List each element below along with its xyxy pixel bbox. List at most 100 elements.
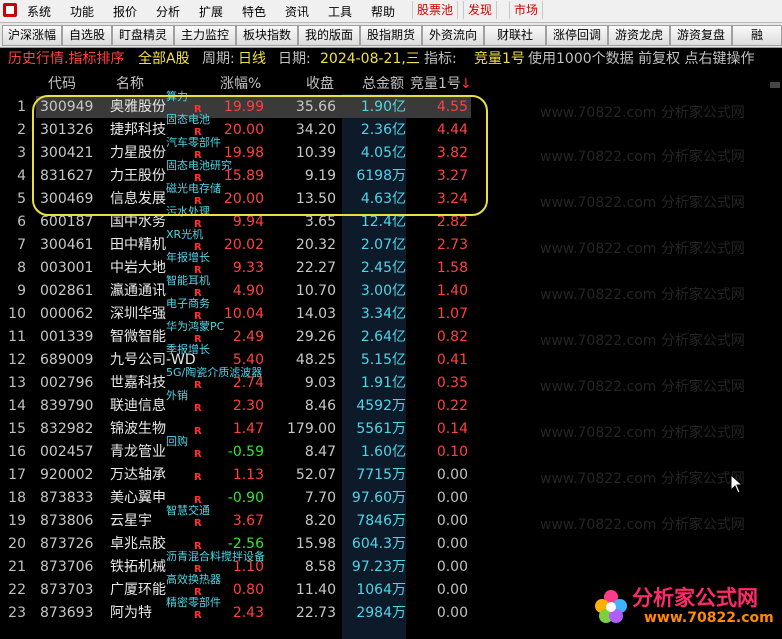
toolbar-btn-main-force[interactable]: 主力监控 <box>174 25 236 46</box>
menu-extend[interactable]: 扩展 <box>199 3 223 20</box>
stock-code: 689009 <box>40 352 94 368</box>
stock-name: 联迪信息 <box>110 398 166 414</box>
table-row[interactable]: 14 839790 联迪信息 外销 R 2.30 8.46 4592万 0.22 <box>0 389 782 418</box>
header-scroll-indicator[interactable] <box>770 82 780 88</box>
toolbar-btn-cls[interactable]: 财联社 <box>484 25 546 46</box>
total-amount: 7715万 <box>356 467 406 483</box>
change-pct: -0.59 <box>227 444 264 460</box>
row-number: 23 <box>8 605 26 621</box>
menu-stock-pool[interactable]: 股票池 <box>412 1 459 19</box>
toolbar-btn-foreign-flow[interactable]: 外资流向 <box>422 25 484 46</box>
menu-tools[interactable]: 工具 <box>328 3 352 20</box>
watermark-text: www.70822.com 分析家公式网 <box>540 149 745 165</box>
row-number: 16 <box>8 444 26 460</box>
table-row[interactable]: 8 003001 中岩大地 年报增长 R 9.33 22.27 2.45亿 1.58 <box>0 251 782 280</box>
table-row[interactable]: 12 689009 九号公司-WD 季报增长 5.40 48.25 5.15亿 0.41 <box>0 343 782 372</box>
close-price: 10.70 <box>295 283 336 299</box>
concept-tag: 智能耳机 <box>166 274 210 287</box>
stock-name: 田中精机 <box>110 237 166 253</box>
toolbar-btn-hot-money-review[interactable]: 游资复盘 <box>670 25 732 46</box>
menu-quote[interactable]: 报价 <box>113 3 137 20</box>
stock-name: 卓兆点胶 <box>110 536 166 552</box>
table-row[interactable]: 18 873833 美心翼申 R -0.90 7.70 97.60万 0.00 <box>0 487 782 510</box>
toolbar-btn-limitup-pullback[interactable]: 涨停回调 <box>546 25 608 46</box>
ratio-value: 0.00 <box>436 605 468 621</box>
total-amount: 1.60亿 <box>360 444 406 460</box>
row-number: 15 <box>8 421 26 437</box>
close-price: 11.40 <box>295 582 336 598</box>
menu-feature[interactable]: 特色 <box>242 3 266 20</box>
stock-code: 832982 <box>40 421 94 437</box>
header-code[interactable]: 代码 <box>48 74 76 94</box>
toolbar-btn-index-futures[interactable]: 股指期货 <box>360 25 422 46</box>
toolbar-btn-watchlist[interactable]: 自选股 <box>62 25 112 46</box>
date-value[interactable]: 2024-08-21,三 <box>320 48 420 70</box>
toolbar-btn-sh-sz-gain[interactable]: 沪深涨幅 <box>2 25 62 46</box>
market-scope[interactable]: 全部A股 <box>138 48 190 70</box>
ratio-value: 1.58 <box>436 260 468 276</box>
table-row[interactable]: 16 002457 青龙管业 回购 R -0.59 8.47 1.60亿 0.10 <box>0 435 782 464</box>
ratio-value: 1.07 <box>436 306 468 322</box>
stock-code: 300461 <box>40 237 94 253</box>
stock-code: 000062 <box>40 306 94 322</box>
stock-code: 002796 <box>40 375 94 391</box>
row-number: 8 <box>17 260 26 276</box>
header-close[interactable]: 收盘 <box>306 74 334 94</box>
change-pct: 2.43 <box>232 605 264 621</box>
table-row[interactable]: 20 873726 卓兆点胶 R -2.56 15.98 604.3万 0.00 <box>0 533 782 556</box>
header-amount[interactable]: 总金额 <box>362 74 404 94</box>
ratio-value: 0.41 <box>436 352 468 368</box>
stock-name: 九号公司-WD <box>110 352 196 368</box>
toolbar-btn-my-layout[interactable]: 我的版面 <box>298 25 360 46</box>
close-price: 22.73 <box>295 605 336 621</box>
row-number: 19 <box>8 513 26 529</box>
stock-code: 873706 <box>40 559 94 575</box>
menu-news[interactable]: 资讯 <box>285 3 309 20</box>
toolbar-btn-sector-index[interactable]: 板块指数 <box>236 25 298 46</box>
margin-flag: R <box>194 403 202 414</box>
total-amount: 3.34亿 <box>360 306 406 322</box>
change-pct: 4.90 <box>232 283 264 299</box>
row-number: 22 <box>8 582 26 598</box>
table-row[interactable]: 10 000062 深圳华强 电子商务 R 10.04 14.03 3.34亿 1.07 <box>0 297 782 326</box>
watermark-text: www.70822.com 分析家公式网 <box>540 379 745 395</box>
header-change[interactable]: 涨幅% <box>220 74 261 94</box>
menu-discover[interactable]: 发现 <box>463 1 498 19</box>
total-amount: 2.07亿 <box>360 237 406 253</box>
indicator-value[interactable]: 竞量1号 <box>474 48 525 70</box>
watermark-text: www.70822.com 分析家公式网 <box>540 517 745 533</box>
stock-name: 智微智能 <box>110 329 166 345</box>
stock-code: 002861 <box>40 283 94 299</box>
stock-code: 873726 <box>40 536 94 552</box>
concept-tag: 回购 <box>166 435 188 448</box>
stock-name: 铁拓机械 <box>110 559 166 575</box>
concept-tag: 电子商务 <box>166 297 210 310</box>
toolbar-btn-monitor-genie[interactable]: 盯盘精灵 <box>112 25 174 46</box>
stock-code: 001339 <box>40 329 94 345</box>
header-ratio[interactable]: 竞量1号 <box>410 74 461 94</box>
row-number: 10 <box>8 306 26 322</box>
concept-tag: 季报增长 <box>166 343 210 356</box>
total-amount: 3.00亿 <box>360 283 406 299</box>
menu-bar: 系统 功能 报价 分析 扩展 特色 资讯 工具 帮助 股票池 发现 市场 <box>0 0 782 23</box>
header-name[interactable]: 名称 <box>116 74 144 94</box>
change-pct: -0.90 <box>227 490 264 506</box>
top5-highlight-box <box>32 95 488 216</box>
menu-market[interactable]: 市场 <box>509 1 544 19</box>
app-logo-icon[interactable] <box>3 3 17 17</box>
close-price: 22.27 <box>295 260 336 276</box>
watermark-text: www.70822.com 分析家公式网 <box>540 471 745 487</box>
toolbar-btn-hot-money[interactable]: 游资龙虎 <box>608 25 670 46</box>
table-row[interactable]: 21 873706 铁拓机械 沥青混合料搅拌设备 R 1.10 8.58 97.23万 0.00 <box>0 550 782 579</box>
view-title: 历史行情.指标排序 <box>8 51 125 67</box>
indicator-label: 指标: <box>424 51 457 67</box>
row-number: 13 <box>8 375 26 391</box>
period-value[interactable]: 日线 <box>238 48 266 70</box>
menu-function[interactable]: 功能 <box>70 3 94 20</box>
menu-system[interactable]: 系统 <box>27 3 51 20</box>
menu-help[interactable]: 帮助 <box>371 3 395 20</box>
toolbar-btn-margin[interactable]: 融 <box>732 25 782 46</box>
stock-name: 美心翼申 <box>110 490 166 506</box>
stock-name: 深圳华强 <box>110 306 166 322</box>
menu-analysis[interactable]: 分析 <box>156 3 180 20</box>
